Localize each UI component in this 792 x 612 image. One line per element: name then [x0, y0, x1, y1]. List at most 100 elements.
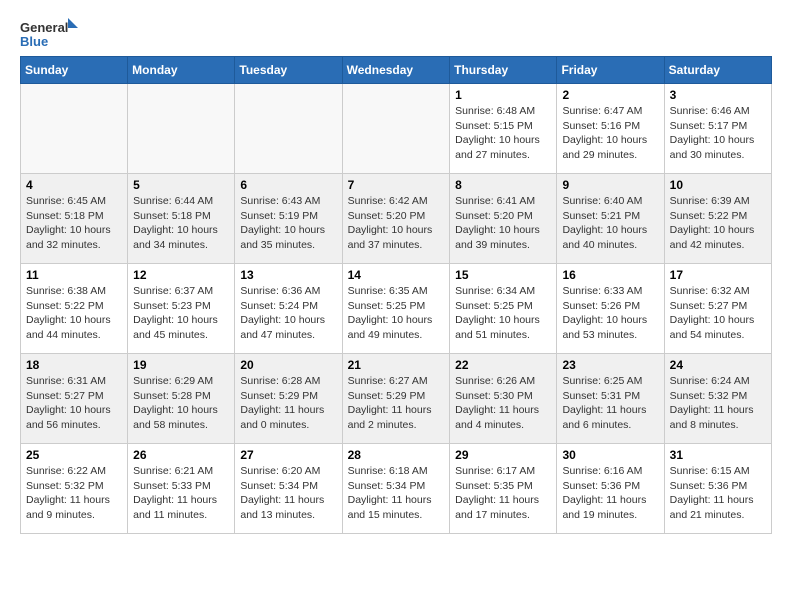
calendar-cell: 1 Sunrise: 6:48 AMSunset: 5:15 PMDaylight…	[450, 84, 557, 174]
calendar-cell: 19 Sunrise: 6:29 AMSunset: 5:28 PMDayligh…	[128, 354, 235, 444]
day-number: 9	[562, 178, 658, 192]
day-info: Sunrise: 6:20 AMSunset: 5:34 PMDaylight:…	[240, 464, 336, 523]
day-number: 29	[455, 448, 551, 462]
day-number: 7	[348, 178, 445, 192]
day-info: Sunrise: 6:39 AMSunset: 5:22 PMDaylight:…	[670, 194, 766, 253]
day-number: 24	[670, 358, 766, 372]
day-header-tuesday: Tuesday	[235, 57, 342, 84]
day-number: 12	[133, 268, 229, 282]
day-number: 22	[455, 358, 551, 372]
day-number: 8	[455, 178, 551, 192]
day-info: Sunrise: 6:17 AMSunset: 5:35 PMDaylight:…	[455, 464, 551, 523]
day-info: Sunrise: 6:43 AMSunset: 5:19 PMDaylight:…	[240, 194, 336, 253]
day-info: Sunrise: 6:26 AMSunset: 5:30 PMDaylight:…	[455, 374, 551, 433]
day-number: 13	[240, 268, 336, 282]
day-number: 17	[670, 268, 766, 282]
day-number: 23	[562, 358, 658, 372]
day-number: 27	[240, 448, 336, 462]
day-number: 31	[670, 448, 766, 462]
svg-text:General: General	[20, 20, 68, 35]
calendar-week-4: 18 Sunrise: 6:31 AMSunset: 5:27 PMDayligh…	[21, 354, 772, 444]
day-info: Sunrise: 6:44 AMSunset: 5:18 PMDaylight:…	[133, 194, 229, 253]
calendar-cell: 8 Sunrise: 6:41 AMSunset: 5:20 PMDaylight…	[450, 174, 557, 264]
day-info: Sunrise: 6:35 AMSunset: 5:25 PMDaylight:…	[348, 284, 445, 343]
day-header-sunday: Sunday	[21, 57, 128, 84]
day-info: Sunrise: 6:15 AMSunset: 5:36 PMDaylight:…	[670, 464, 766, 523]
calendar-cell: 21 Sunrise: 6:27 AMSunset: 5:29 PMDayligh…	[342, 354, 450, 444]
day-info: Sunrise: 6:29 AMSunset: 5:28 PMDaylight:…	[133, 374, 229, 433]
day-number: 3	[670, 88, 766, 102]
day-number: 30	[562, 448, 658, 462]
calendar-table: SundayMondayTuesdayWednesdayThursdayFrid…	[20, 56, 772, 534]
calendar-cell: 15Sunrise: 6:34 AMSunset: 5:25 PMDayligh…	[450, 264, 557, 354]
calendar-cell: 28Sunrise: 6:18 AMSunset: 5:34 PMDayligh…	[342, 444, 450, 534]
calendar-cell: 25Sunrise: 6:22 AMSunset: 5:32 PMDayligh…	[21, 444, 128, 534]
day-info: Sunrise: 6:22 AMSunset: 5:32 PMDaylight:…	[26, 464, 122, 523]
calendar-week-2: 4 Sunrise: 6:45 AMSunset: 5:18 PMDaylight…	[21, 174, 772, 264]
day-info: Sunrise: 6:37 AMSunset: 5:23 PMDaylight:…	[133, 284, 229, 343]
day-number: 1	[455, 88, 551, 102]
calendar-week-1: 1 Sunrise: 6:48 AMSunset: 5:15 PMDaylight…	[21, 84, 772, 174]
day-info: Sunrise: 6:38 AMSunset: 5:22 PMDaylight:…	[26, 284, 122, 343]
calendar-cell: 5 Sunrise: 6:44 AMSunset: 5:18 PMDaylight…	[128, 174, 235, 264]
day-info: Sunrise: 6:45 AMSunset: 5:18 PMDaylight:…	[26, 194, 122, 253]
day-number: 18	[26, 358, 122, 372]
day-number: 2	[562, 88, 658, 102]
calendar-cell: 11 Sunrise: 6:38 AMSunset: 5:22 PMDayligh…	[21, 264, 128, 354]
day-info: Sunrise: 6:47 AMSunset: 5:16 PMDaylight:…	[562, 104, 658, 163]
calendar-cell: 3 Sunrise: 6:46 AMSunset: 5:17 PMDaylight…	[664, 84, 771, 174]
calendar-cell	[21, 84, 128, 174]
day-number: 28	[348, 448, 445, 462]
day-number: 6	[240, 178, 336, 192]
calendar-cell: 6 Sunrise: 6:43 AMSunset: 5:19 PMDaylight…	[235, 174, 342, 264]
calendar-cell: 29 Sunrise: 6:17 AMSunset: 5:35 PMDayligh…	[450, 444, 557, 534]
day-number: 4	[26, 178, 122, 192]
calendar-cell	[342, 84, 450, 174]
logo-svg: GeneralBlue	[20, 16, 80, 52]
header: GeneralBlue	[20, 16, 772, 52]
day-info: Sunrise: 6:27 AMSunset: 5:29 PMDaylight:…	[348, 374, 445, 433]
day-header-wednesday: Wednesday	[342, 57, 450, 84]
day-info: Sunrise: 6:25 AMSunset: 5:31 PMDaylight:…	[562, 374, 658, 433]
calendar-cell: 27 Sunrise: 6:20 AMSunset: 5:34 PMDayligh…	[235, 444, 342, 534]
day-info: Sunrise: 6:24 AMSunset: 5:32 PMDaylight:…	[670, 374, 766, 433]
calendar-cell: 12 Sunrise: 6:37 AMSunset: 5:23 PMDayligh…	[128, 264, 235, 354]
day-number: 14	[348, 268, 445, 282]
day-info: Sunrise: 6:21 AMSunset: 5:33 PMDaylight:…	[133, 464, 229, 523]
calendar-week-5: 25Sunrise: 6:22 AMSunset: 5:32 PMDayligh…	[21, 444, 772, 534]
svg-text:Blue: Blue	[20, 34, 48, 49]
calendar-cell: 14 Sunrise: 6:35 AMSunset: 5:25 PMDayligh…	[342, 264, 450, 354]
day-info: Sunrise: 6:41 AMSunset: 5:20 PMDaylight:…	[455, 194, 551, 253]
day-info: Sunrise: 6:42 AMSunset: 5:20 PMDaylight:…	[348, 194, 445, 253]
calendar-cell: 9Sunrise: 6:40 AMSunset: 5:21 PMDaylight…	[557, 174, 664, 264]
calendar-cell: 16 Sunrise: 6:33 AMSunset: 5:26 PMDayligh…	[557, 264, 664, 354]
day-info: Sunrise: 6:16 AMSunset: 5:36 PMDaylight:…	[562, 464, 658, 523]
day-number: 16	[562, 268, 658, 282]
calendar-cell: 20 Sunrise: 6:28 AMSunset: 5:29 PMDayligh…	[235, 354, 342, 444]
calendar-cell: 7 Sunrise: 6:42 AMSunset: 5:20 PMDaylight…	[342, 174, 450, 264]
logo: GeneralBlue	[20, 16, 80, 52]
day-info: Sunrise: 6:32 AMSunset: 5:27 PMDaylight:…	[670, 284, 766, 343]
day-number: 19	[133, 358, 229, 372]
day-header-monday: Monday	[128, 57, 235, 84]
day-number: 11	[26, 268, 122, 282]
calendar-cell	[235, 84, 342, 174]
day-info: Sunrise: 6:28 AMSunset: 5:29 PMDaylight:…	[240, 374, 336, 433]
calendar-cell: 24 Sunrise: 6:24 AMSunset: 5:32 PMDayligh…	[664, 354, 771, 444]
calendar-cell: 26 Sunrise: 6:21 AMSunset: 5:33 PMDayligh…	[128, 444, 235, 534]
day-info: Sunrise: 6:31 AMSunset: 5:27 PMDaylight:…	[26, 374, 122, 433]
calendar-cell: 23 Sunrise: 6:25 AMSunset: 5:31 PMDayligh…	[557, 354, 664, 444]
calendar-cell: 18 Sunrise: 6:31 AMSunset: 5:27 PMDayligh…	[21, 354, 128, 444]
day-info: Sunrise: 6:33 AMSunset: 5:26 PMDaylight:…	[562, 284, 658, 343]
calendar-cell: 10Sunrise: 6:39 AMSunset: 5:22 PMDayligh…	[664, 174, 771, 264]
calendar-cell: 4 Sunrise: 6:45 AMSunset: 5:18 PMDaylight…	[21, 174, 128, 264]
day-info: Sunrise: 6:48 AMSunset: 5:15 PMDaylight:…	[455, 104, 551, 163]
day-info: Sunrise: 6:46 AMSunset: 5:17 PMDaylight:…	[670, 104, 766, 163]
day-number: 5	[133, 178, 229, 192]
day-info: Sunrise: 6:36 AMSunset: 5:24 PMDaylight:…	[240, 284, 336, 343]
day-number: 21	[348, 358, 445, 372]
day-number: 20	[240, 358, 336, 372]
day-number: 26	[133, 448, 229, 462]
calendar-cell: 22 Sunrise: 6:26 AMSunset: 5:30 PMDayligh…	[450, 354, 557, 444]
calendar-week-3: 11 Sunrise: 6:38 AMSunset: 5:22 PMDayligh…	[21, 264, 772, 354]
